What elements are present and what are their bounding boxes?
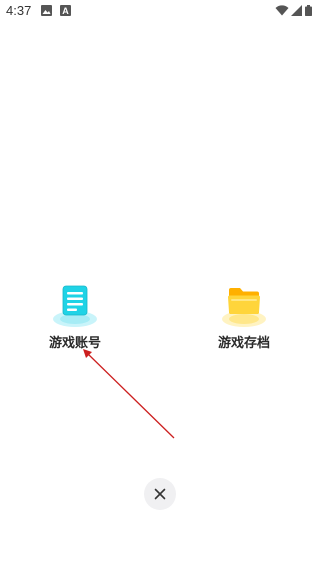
game-account-label: 游戏账号 <box>48 336 101 351</box>
folder-icon <box>222 288 266 327</box>
close-icon <box>154 488 166 500</box>
document-icon <box>53 285 97 327</box>
image-icon <box>41 5 52 16</box>
status-bar: 4:37 A <box>0 0 320 24</box>
a-icon: A <box>60 5 71 16</box>
status-time: 4:37 <box>6 3 32 18</box>
close-button[interactable] <box>144 478 176 510</box>
game-save-button[interactable]: 游戏存档 <box>194 285 294 355</box>
svg-text:A: A <box>62 6 69 16</box>
battery-icon <box>305 5 312 16</box>
signal-icon <box>291 5 302 16</box>
wifi-icon <box>275 5 289 16</box>
game-account-button[interactable]: 游戏账号 <box>25 285 125 355</box>
game-save-label: 游戏存档 <box>217 336 270 351</box>
